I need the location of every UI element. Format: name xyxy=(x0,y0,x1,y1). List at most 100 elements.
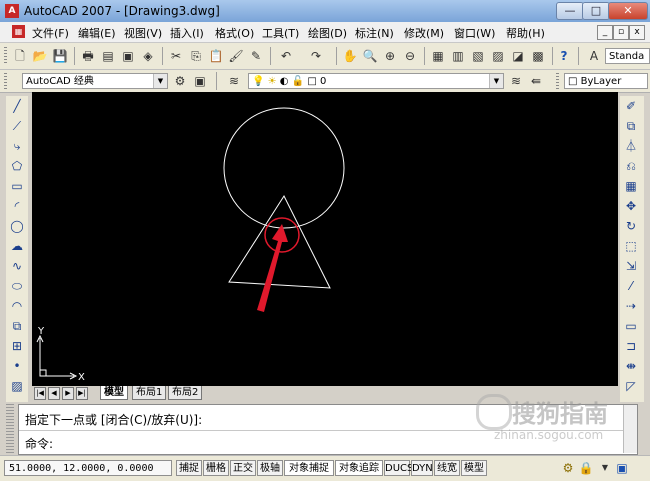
chevron-down-icon[interactable]: ▼ xyxy=(597,460,613,476)
markup-icon[interactable]: ◪ xyxy=(510,48,526,64)
otrack-toggle[interactable]: 对象追踪 xyxy=(335,460,383,476)
grid-toggle[interactable]: 栅格 xyxy=(203,460,229,476)
workspace-save-icon[interactable]: ▣ xyxy=(192,73,208,89)
minimize-button[interactable]: — xyxy=(556,2,584,20)
offset-icon[interactable]: ⎌ xyxy=(622,158,640,174)
tab-layout1[interactable]: 布局1 xyxy=(132,386,167,400)
zoom-previous-icon[interactable]: ⊖ xyxy=(402,48,418,64)
toolbar-grip[interactable] xyxy=(4,47,7,65)
calculator-icon[interactable]: ▩ xyxy=(530,48,546,64)
layer-freeze-icon[interactable]: ◐ xyxy=(280,76,289,87)
tab-model[interactable]: 模型 xyxy=(100,386,128,400)
undo-icon[interactable]: ↶ xyxy=(278,48,294,64)
mirror-icon[interactable]: ⏃ xyxy=(622,138,640,154)
doc-minimize-button[interactable]: _ xyxy=(597,25,613,40)
sun-icon[interactable]: ☀ xyxy=(268,76,277,87)
polygon-icon[interactable]: ⬠ xyxy=(8,158,26,174)
command-window-grip[interactable] xyxy=(6,404,14,454)
coordinate-display[interactable]: 51.0000, 12.0000, 0.0000 xyxy=(4,460,172,476)
spline-icon[interactable]: ∿ xyxy=(8,258,26,274)
menu-view[interactable]: 视图(V) xyxy=(124,25,162,41)
last-tab-button[interactable]: ▶| xyxy=(76,387,88,400)
text-style-icon[interactable]: A xyxy=(586,48,602,64)
lightbulb-icon[interactable]: 💡 xyxy=(252,76,264,87)
command-scrollbar[interactable] xyxy=(623,405,637,453)
pan-icon[interactable]: ✋ xyxy=(342,48,358,64)
clean-screen-icon[interactable]: ▣ xyxy=(614,460,630,476)
osnap-toggle[interactable]: 对象捕捉 xyxy=(284,460,334,476)
layer-properties-icon[interactable]: ≋ xyxy=(226,73,242,89)
match-properties-icon[interactable]: 🖌 xyxy=(228,48,244,64)
chevron-down-icon[interactable]: ▼ xyxy=(153,74,167,88)
menu-dimension[interactable]: 标注(N) xyxy=(355,25,394,41)
construction-line-icon[interactable]: ⟋ xyxy=(8,118,26,134)
chamfer-icon[interactable]: ◸ xyxy=(622,378,640,394)
menu-file[interactable]: 文件(F) xyxy=(32,25,69,41)
copy-object-icon[interactable]: ⧉ xyxy=(622,118,640,134)
workspace-combo[interactable]: AutoCAD 经典 ▼ xyxy=(22,73,168,89)
break-at-point-icon[interactable]: ▭ xyxy=(622,318,640,334)
menu-modify[interactable]: 修改(M) xyxy=(404,25,444,41)
doc-restore-button[interactable]: ▫ xyxy=(613,25,629,40)
point-icon[interactable]: • xyxy=(8,358,26,374)
new-icon[interactable]: 🗋 xyxy=(12,48,28,64)
block-editor-icon[interactable]: ✎ xyxy=(248,48,264,64)
lock-icon[interactable]: 🔓 xyxy=(292,76,304,87)
tool-palettes-icon[interactable]: ▧ xyxy=(470,48,486,64)
color-control-combo[interactable]: □ ByLayer xyxy=(564,73,648,89)
drawing-svg[interactable]: Y X xyxy=(32,92,618,386)
circle-icon[interactable]: ◯ xyxy=(8,218,26,234)
hatch-icon[interactable]: ▨ xyxy=(8,378,26,394)
cut-icon[interactable]: ✂ xyxy=(168,48,184,64)
3d-dwf-icon[interactable]: ◈ xyxy=(140,48,156,64)
toolbar-grip[interactable] xyxy=(4,73,7,89)
toolbar-grip[interactable] xyxy=(556,73,559,89)
insert-block-icon[interactable]: ⧉ xyxy=(8,318,26,334)
chevron-down-icon[interactable]: ▼ xyxy=(489,74,503,88)
menu-help[interactable]: 帮助(H) xyxy=(506,25,545,41)
ortho-toggle[interactable]: 正交 xyxy=(230,460,256,476)
layer-previous-icon[interactable]: ⇚ xyxy=(528,73,544,89)
tab-layout2[interactable]: 布局2 xyxy=(168,386,203,400)
maximize-button[interactable]: □ xyxy=(582,2,610,20)
zoom-window-icon[interactable]: ⊕ xyxy=(382,48,398,64)
properties-icon[interactable]: ▦ xyxy=(430,48,446,64)
menu-tools[interactable]: 工具(T) xyxy=(262,25,299,41)
trim-icon[interactable]: ⁄ xyxy=(622,278,640,294)
lock-icon[interactable]: 🔒 xyxy=(578,460,594,476)
open-icon[interactable]: 📂 xyxy=(32,48,48,64)
polar-toggle[interactable]: 极轴 xyxy=(257,460,283,476)
menu-draw[interactable]: 绘图(D) xyxy=(308,25,347,41)
make-block-icon[interactable]: ⊞ xyxy=(8,338,26,354)
close-button[interactable]: ✕ xyxy=(608,2,648,20)
arc-icon[interactable]: ◜ xyxy=(8,198,26,214)
publish-icon[interactable]: ▣ xyxy=(120,48,136,64)
dyn-toggle[interactable]: DYN xyxy=(411,460,433,476)
plot-icon[interactable]: 🖶 xyxy=(80,48,96,64)
zoom-realtime-icon[interactable]: 🔍 xyxy=(362,48,378,64)
copy-icon[interactable]: ⎘ xyxy=(188,48,204,64)
ellipse-arc-icon[interactable]: ◠ xyxy=(8,298,26,314)
first-tab-button[interactable]: |◀ xyxy=(34,387,46,400)
make-current-layer-icon[interactable]: ≋ xyxy=(508,73,524,89)
line-icon[interactable]: ╱ xyxy=(8,98,26,114)
stretch-icon[interactable]: ⇲ xyxy=(622,258,640,274)
text-style-combo[interactable]: Standa xyxy=(605,48,650,64)
next-tab-button[interactable]: ▶ xyxy=(62,387,74,400)
model-space-toggle[interactable]: 模型 xyxy=(461,460,487,476)
save-icon[interactable]: 💾 xyxy=(52,48,68,64)
menu-window[interactable]: 窗口(W) xyxy=(454,25,495,41)
drawing-canvas[interactable]: Y X xyxy=(32,92,618,386)
lineweight-toggle[interactable]: 线宽 xyxy=(434,460,460,476)
rotate-icon[interactable]: ↻ xyxy=(622,218,640,234)
ellipse-icon[interactable]: ⬭ xyxy=(8,278,26,294)
drawn-circle[interactable] xyxy=(223,107,345,229)
menu-edit[interactable]: 编辑(E) xyxy=(78,25,116,41)
plot-preview-icon[interactable]: ▤ xyxy=(100,48,116,64)
menu-insert[interactable]: 插入(I) xyxy=(170,25,204,41)
paste-icon[interactable]: 📋 xyxy=(208,48,224,64)
sheet-set-icon[interactable]: ▨ xyxy=(490,48,506,64)
document-icon[interactable]: ▦ xyxy=(12,25,25,38)
prev-tab-button[interactable]: ◀ xyxy=(48,387,60,400)
design-center-icon[interactable]: ▥ xyxy=(450,48,466,64)
